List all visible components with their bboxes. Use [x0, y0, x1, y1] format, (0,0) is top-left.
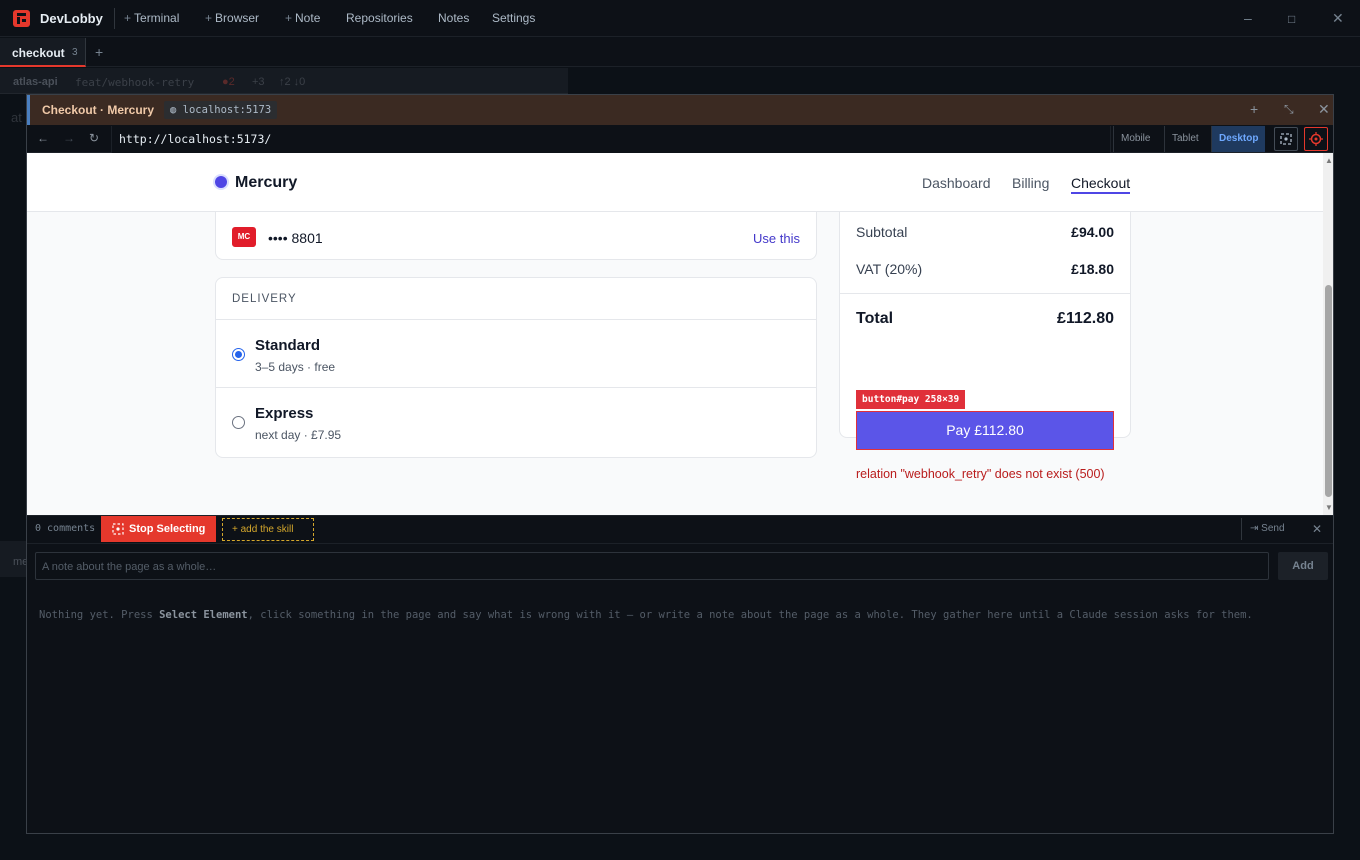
menu-label: Browser	[215, 11, 260, 25]
divider	[216, 319, 816, 320]
menu-label: Note	[295, 11, 321, 25]
express-radio[interactable]	[232, 416, 245, 429]
nav-checkout[interactable]: Checkout	[1071, 175, 1131, 194]
bg-repo: atlas-api	[13, 76, 58, 88]
error-message: relation "webhook_retry" does not exist …	[856, 467, 1105, 481]
standard-name: Standard	[255, 337, 321, 354]
stop-selecting-button[interactable]: Stop Selecting	[101, 516, 216, 542]
minimize-icon[interactable]: –	[1244, 10, 1252, 26]
send-button[interactable]: ⇥ Send	[1241, 518, 1301, 540]
maximize-icon[interactable]: □	[1288, 12, 1295, 26]
site-header: Mercury Dashboard Billing Checkout	[27, 153, 1323, 212]
card-number: •••• 8801	[268, 230, 323, 246]
host-chip-label: localhost:5173	[182, 104, 272, 116]
standard-radio[interactable]	[232, 348, 245, 361]
scroll-up-icon[interactable]: ▲	[1325, 156, 1333, 165]
page-note-input[interactable]	[35, 552, 1269, 580]
menu-note[interactable]: + Note	[285, 11, 320, 25]
delivery-heading: DELIVERY	[232, 293, 297, 305]
scrollbar-thumb[interactable]	[1325, 285, 1332, 497]
inspector-tag: button#pay 258×39	[856, 390, 966, 409]
express-detail: next day · £7.95	[255, 428, 342, 442]
device-mobile[interactable]: Mobile	[1113, 126, 1157, 152]
bg-side-label: at	[11, 110, 22, 125]
vat-label: VAT (20%)	[856, 261, 923, 277]
subtotal-value: £94.00	[1071, 224, 1114, 240]
new-browser-icon[interactable]: +	[1250, 101, 1258, 117]
bg-sync: ↑2 ↓0	[279, 76, 306, 88]
tab-label: checkout	[12, 46, 65, 60]
screenshot-icon[interactable]	[1274, 127, 1298, 151]
app-name: DevLobby	[40, 11, 103, 26]
empty-text: Nothing yet. Press	[39, 609, 160, 621]
plus-icon: +	[205, 11, 213, 25]
page-viewport: MC •••• 8801 Use this DELIVERY Standard …	[27, 153, 1323, 515]
reload-icon[interactable]: ↻	[89, 131, 99, 145]
device-tablet[interactable]: Tablet	[1164, 126, 1206, 152]
divider	[114, 8, 115, 29]
add-note-button[interactable]: Add	[1278, 552, 1328, 580]
menu-browser[interactable]: + Browser	[205, 11, 259, 25]
app-topbar	[0, 0, 1360, 37]
close-browser-icon[interactable]: ✕	[1318, 101, 1330, 118]
add-tab-icon[interactable]: +	[95, 44, 103, 60]
close-panel-icon[interactable]: ✕	[1312, 522, 1322, 536]
forward-icon[interactable]: →	[63, 131, 75, 145]
url-text: http://localhost:5173/	[119, 132, 272, 146]
stop-selecting-label: Stop Selecting	[129, 523, 206, 535]
browser-title: Checkout · Mercury	[42, 103, 155, 117]
device-desktop[interactable]: Desktop	[1211, 126, 1266, 152]
comments-count: 0 comments	[35, 523, 96, 534]
empty-state: Nothing yet. Press Select Element, click…	[39, 609, 1253, 621]
pay-button[interactable]: Pay £112.80	[856, 411, 1114, 450]
bg-changes: +3	[252, 76, 265, 88]
select-target-icon	[112, 523, 124, 535]
inspect-target-icon[interactable]	[1304, 127, 1328, 151]
scroll-down-icon[interactable]: ▼	[1325, 503, 1333, 512]
brand-logo-icon	[215, 176, 227, 188]
browser-titlebar[interactable]: Checkout · Mercury ◍ localhost:5173 + ⤡ …	[27, 95, 1333, 125]
tab-bar	[0, 38, 1360, 67]
devlobby-logo-icon	[13, 10, 30, 27]
back-icon[interactable]: ←	[37, 131, 49, 145]
standard-detail: 3–5 days · free	[255, 360, 336, 374]
plus-icon: +	[285, 11, 293, 25]
bg-errors: ●2	[222, 76, 235, 88]
add-skill-button[interactable]: + add the skill	[222, 518, 314, 541]
empty-emphasis: Select Element	[159, 609, 248, 621]
tab-count: 3	[72, 47, 78, 58]
note-placeholder: A note about the page as a whole…	[42, 561, 217, 573]
total-label: Total	[856, 310, 894, 327]
menu-repositories[interactable]: Repositories	[346, 11, 413, 25]
menu-settings[interactable]: Settings	[492, 11, 535, 25]
browser-window: Checkout · Mercury ◍ localhost:5173 + ⤡ …	[26, 94, 1334, 834]
use-card-link[interactable]: Use this	[753, 231, 800, 246]
menu-terminal[interactable]: + Terminal	[124, 11, 179, 25]
divider	[216, 387, 816, 388]
close-app-icon[interactable]: ✕	[1332, 10, 1344, 27]
divider	[840, 293, 1130, 294]
express-name: Express	[255, 405, 314, 422]
mastercard-badge: MC	[232, 227, 256, 247]
nav-billing[interactable]: Billing	[1012, 175, 1049, 191]
brand-name[interactable]: Mercury	[235, 174, 297, 192]
total-value: £112.80	[1057, 310, 1114, 327]
collapse-icon[interactable]: ⤡	[1284, 102, 1294, 117]
menu-notes[interactable]: Notes	[438, 11, 469, 25]
vat-value: £18.80	[1071, 261, 1114, 277]
nav-dashboard[interactable]: Dashboard	[922, 175, 991, 191]
menu-label: Terminal	[134, 11, 180, 25]
bg-branch: feat/webhook-retry	[75, 76, 195, 89]
empty-text: , click something in the page and say wh…	[247, 609, 1253, 621]
globe-icon: ◍	[170, 104, 183, 116]
subtotal-label: Subtotal	[856, 224, 908, 240]
plus-icon: +	[124, 11, 132, 25]
host-chip: ◍ localhost:5173	[164, 101, 278, 119]
